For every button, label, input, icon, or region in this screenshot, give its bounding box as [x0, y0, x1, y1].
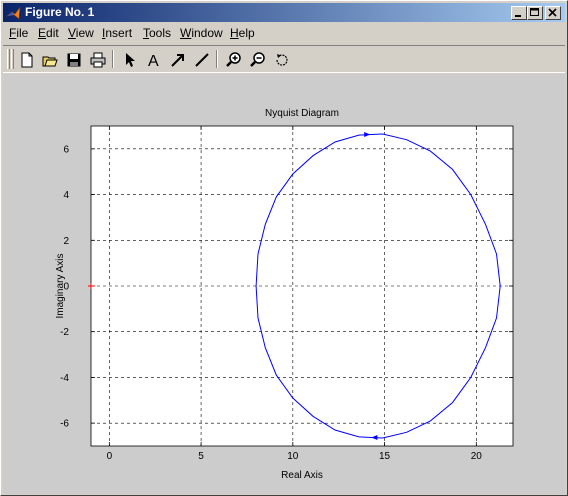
- print-icon: [90, 52, 106, 68]
- y-tick-label: -6: [60, 419, 69, 430]
- save-icon: [67, 53, 81, 67]
- nyquist-plot[interactable]: 0 5 10 15 20-6-4-20246 Nyquist Diagram Real …: [3, 74, 565, 494]
- menu-insert[interactable]: Insert: [102, 26, 132, 40]
- menu-tools[interactable]: Tools: [143, 26, 171, 40]
- insert-arrow-button[interactable]: [167, 49, 189, 71]
- figure-window: Figure No. 1 File Edit View Insert Tools…: [0, 0, 568, 496]
- zoom-in-icon: [226, 52, 241, 67]
- rotate-3d-button[interactable]: [271, 49, 293, 71]
- menu-edit[interactable]: Edit: [38, 26, 59, 40]
- x-tick-label: 0: [107, 451, 113, 462]
- open-file-button[interactable]: [39, 49, 61, 71]
- svg-text:A: A: [148, 53, 159, 68]
- toolbar-separator: [112, 50, 114, 68]
- menu-view[interactable]: View: [68, 26, 94, 40]
- edit-plot-arrow-icon: [126, 53, 135, 67]
- x-axis-label: Real Axis: [281, 470, 323, 481]
- maximize-button[interactable]: [527, 6, 543, 20]
- figure-canvas[interactable]: 0 5 10 15 20 -6 -4 -2 0 2 4 6 Nyquist Diagram Real …: [3, 74, 565, 494]
- toolbar-grip-2[interactable]: [11, 49, 14, 69]
- y-axis-label: Imaginary Axis: [55, 253, 66, 318]
- y-tick-label: 4: [63, 190, 69, 201]
- y-tick-label: -2: [60, 327, 69, 338]
- new-figure-icon: [21, 52, 33, 68]
- menu-help[interactable]: Help: [230, 26, 255, 40]
- menu-file[interactable]: File: [9, 26, 28, 40]
- y-tick-label: 2: [63, 236, 69, 247]
- edit-plot-button[interactable]: [119, 49, 141, 71]
- close-button[interactable]: [545, 6, 561, 20]
- rotate-3d-icon: [276, 54, 288, 66]
- insert-text-icon: A: [148, 53, 159, 68]
- save-button[interactable]: [63, 49, 85, 71]
- insert-line-icon: [195, 53, 209, 67]
- chart-title: Nyquist Diagram: [265, 108, 339, 119]
- new-figure-button[interactable]: [16, 49, 38, 71]
- print-button[interactable]: [87, 49, 109, 71]
- insert-arrow-icon: [171, 54, 184, 67]
- matlab-logo-icon: [5, 5, 22, 21]
- open-file-icon: [42, 56, 58, 67]
- y-tick-label: -4: [60, 373, 69, 384]
- toolbar-grip[interactable]: [7, 49, 10, 69]
- insert-text-button[interactable]: A: [143, 49, 165, 71]
- zoom-out-icon: [250, 52, 265, 67]
- x-tick-label: 15: [379, 451, 391, 462]
- zoom-in-button[interactable]: [223, 49, 245, 71]
- insert-line-button[interactable]: [191, 49, 213, 71]
- zoom-out-button[interactable]: [247, 49, 269, 71]
- figure-toolbar: A: [3, 45, 565, 73]
- minimize-button[interactable]: [511, 6, 527, 20]
- menu-window[interactable]: Window: [180, 26, 223, 40]
- y-tick-label: 6: [63, 144, 69, 155]
- toolbar-separator-2: [216, 50, 218, 68]
- x-tick-label: 20: [471, 451, 483, 462]
- title-bar[interactable]: Figure No. 1: [3, 3, 565, 22]
- menu-bar: File Edit View Insert Tools Window Help: [3, 23, 565, 43]
- x-tick-label: 5: [198, 451, 204, 462]
- window-title: Figure No. 1: [25, 5, 95, 19]
- x-tick-label: 10: [287, 451, 299, 462]
